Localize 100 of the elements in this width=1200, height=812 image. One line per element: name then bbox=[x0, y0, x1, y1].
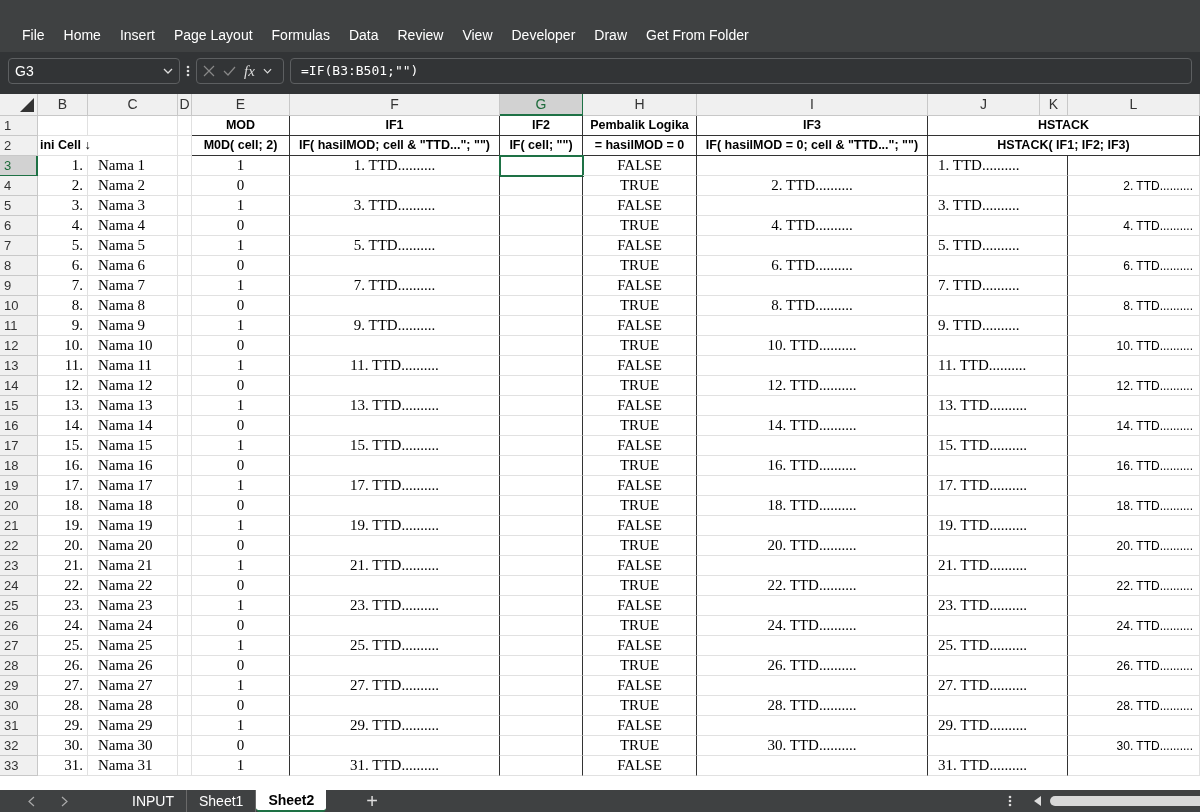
table-cell: Nama 3 bbox=[88, 196, 178, 216]
column-header[interactable]: K bbox=[1040, 94, 1068, 116]
selected-cell[interactable] bbox=[500, 156, 583, 176]
row-header[interactable]: 32 bbox=[0, 736, 38, 756]
table-cell: 21. TTD.......... bbox=[928, 556, 1068, 576]
row-header[interactable]: 21 bbox=[0, 516, 38, 536]
menu-tab[interactable]: File bbox=[22, 24, 45, 46]
row-header[interactable]: 26 bbox=[0, 616, 38, 636]
more-options-icon[interactable] bbox=[1008, 795, 1012, 807]
row-header[interactable]: 31 bbox=[0, 716, 38, 736]
cancel-icon[interactable] bbox=[203, 65, 215, 77]
menu-tab[interactable]: Home bbox=[63, 24, 101, 46]
row-header[interactable]: 15 bbox=[0, 396, 38, 416]
row-header[interactable]: 13 bbox=[0, 356, 38, 376]
table-cell: 23. bbox=[38, 596, 88, 616]
table-cell: FALSE bbox=[583, 716, 697, 736]
table-cell: Nama 30 bbox=[88, 736, 178, 756]
column-header[interactable]: L bbox=[1068, 94, 1200, 116]
table-cell: 14. TTD.......... bbox=[697, 416, 928, 436]
table-cell: 0 bbox=[192, 216, 290, 236]
menu-tab[interactable]: Insert bbox=[119, 24, 155, 46]
menu-tab[interactable]: Draw bbox=[594, 24, 627, 46]
table-cell: FALSE bbox=[583, 636, 697, 656]
column-header[interactable]: F bbox=[290, 94, 500, 116]
row-header[interactable]: 14 bbox=[0, 376, 38, 396]
column-header[interactable]: D bbox=[178, 94, 192, 116]
menu-tab[interactable]: View bbox=[462, 24, 493, 46]
table-cell: 27. bbox=[38, 676, 88, 696]
row-header[interactable]: 22 bbox=[0, 536, 38, 556]
menu-tab[interactable]: Get From Folder bbox=[646, 24, 749, 46]
row-header[interactable]: 18 bbox=[0, 456, 38, 476]
row-header[interactable]: 16 bbox=[0, 416, 38, 436]
row-header[interactable]: 33 bbox=[0, 756, 38, 776]
scroll-left-icon[interactable] bbox=[1034, 796, 1042, 806]
row-header[interactable]: 27 bbox=[0, 636, 38, 656]
column-header[interactable]: H bbox=[583, 94, 697, 116]
menu-tab[interactable]: Page Layout bbox=[173, 24, 253, 46]
column-header[interactable]: I bbox=[697, 94, 928, 116]
table-cell: TRUE bbox=[583, 736, 697, 756]
row-header[interactable]: 2 bbox=[0, 136, 38, 156]
row-header[interactable]: 1 bbox=[0, 116, 38, 136]
table-cell: 30. TTD.......... bbox=[1068, 736, 1200, 756]
column-header[interactable]: C bbox=[88, 94, 178, 116]
row-header[interactable]: 25 bbox=[0, 596, 38, 616]
row-header[interactable]: 3 bbox=[0, 156, 38, 176]
check-icon[interactable] bbox=[223, 66, 236, 76]
row-header[interactable]: 9 bbox=[0, 276, 38, 296]
row-header[interactable]: 30 bbox=[0, 696, 38, 716]
table-cell: 1 bbox=[192, 676, 290, 696]
row-header[interactable]: 20 bbox=[0, 496, 38, 516]
next-sheet-icon[interactable] bbox=[61, 795, 68, 807]
caret-icon bbox=[163, 68, 173, 74]
previous-sheet-icon[interactable] bbox=[28, 795, 35, 807]
row-header[interactable]: 11 bbox=[0, 316, 38, 336]
more-options-icon[interactable] bbox=[186, 65, 190, 77]
row-header[interactable]: 17 bbox=[0, 436, 38, 456]
column-header[interactable]: G bbox=[500, 94, 583, 116]
menu-tab[interactable]: Developer bbox=[511, 24, 576, 46]
column-header[interactable]: J bbox=[928, 94, 1040, 116]
menu-tab[interactable]: Data bbox=[348, 24, 379, 46]
sheet-tab[interactable]: Sheet2 bbox=[256, 790, 327, 812]
row-header[interactable]: 8 bbox=[0, 256, 38, 276]
menu-tab[interactable]: Formulas bbox=[271, 24, 330, 46]
table-cell: 31. bbox=[38, 756, 88, 776]
sheet-tab[interactable]: INPUT bbox=[120, 790, 187, 812]
table-cell: 3. TTD.......... bbox=[290, 196, 500, 216]
row-header[interactable]: 23 bbox=[0, 556, 38, 576]
table-cell: 0 bbox=[192, 536, 290, 556]
row-header[interactable]: 10 bbox=[0, 296, 38, 316]
column-header[interactable]: E bbox=[192, 94, 290, 116]
table-cell: Nama 26 bbox=[88, 656, 178, 676]
table-cell: 22. TTD.......... bbox=[1068, 576, 1200, 596]
table-cell: 28. TTD.......... bbox=[697, 696, 928, 716]
row-header[interactable]: 24 bbox=[0, 576, 38, 596]
column-header[interactable]: B bbox=[38, 94, 88, 116]
row-header[interactable]: 29 bbox=[0, 676, 38, 696]
table-cell: 24. bbox=[38, 616, 88, 636]
row-header[interactable]: 6 bbox=[0, 216, 38, 236]
select-all-icon[interactable] bbox=[20, 98, 34, 112]
row-header[interactable]: 28 bbox=[0, 656, 38, 676]
row-header[interactable]: 7 bbox=[0, 236, 38, 256]
menu-tab[interactable]: Review bbox=[397, 24, 444, 46]
add-sheet-button[interactable]: + bbox=[366, 791, 378, 811]
table-cell: 11. TTD.......... bbox=[290, 356, 500, 376]
table-cell: 13. TTD.......... bbox=[290, 396, 500, 416]
insert-function-button[interactable]: fx bbox=[244, 59, 255, 83]
formula-field[interactable]: =IF(B3:B501;"") bbox=[290, 58, 1192, 84]
horizontal-scrollbar[interactable] bbox=[1050, 796, 1200, 806]
table-cell: Nama 16 bbox=[88, 456, 178, 476]
table-cell: Nama 13 bbox=[88, 396, 178, 416]
table-cell: Nama 18 bbox=[88, 496, 178, 516]
table-cell: TRUE bbox=[583, 296, 697, 316]
row-header[interactable]: 19 bbox=[0, 476, 38, 496]
table-cell: 7. bbox=[38, 276, 88, 296]
table-cell: FALSE bbox=[583, 196, 697, 216]
name-box[interactable]: G3 bbox=[8, 58, 180, 84]
row-header[interactable]: 12 bbox=[0, 336, 38, 356]
row-header[interactable]: 5 bbox=[0, 196, 38, 216]
row-header[interactable]: 4 bbox=[0, 176, 38, 196]
table-cell: FALSE bbox=[583, 476, 697, 496]
